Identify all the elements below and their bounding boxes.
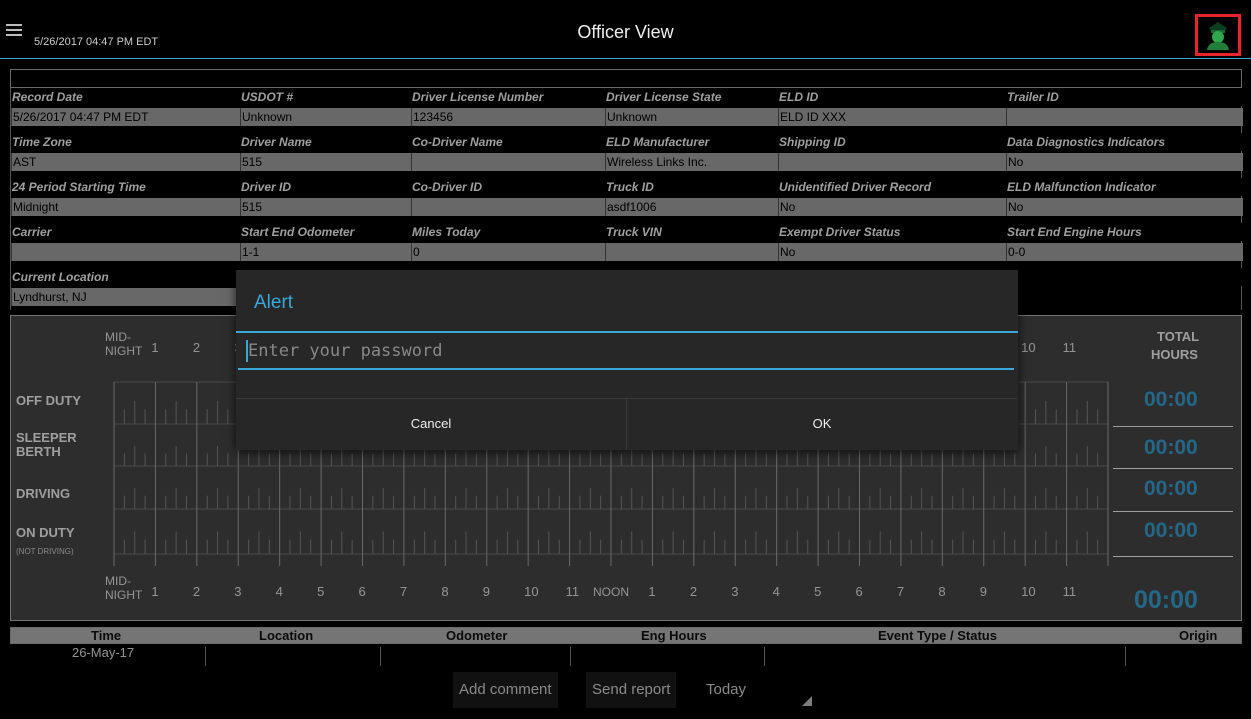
top-bar: 5/26/2017 04:47 PM EDT Officer View xyxy=(0,0,1251,60)
cancel-button[interactable]: Cancel xyxy=(236,398,626,450)
password-input[interactable]: Enter your password xyxy=(238,336,1014,370)
ok-button[interactable]: OK xyxy=(627,398,1017,450)
alert-dialog: Alert Enter your password Cancel OK xyxy=(236,270,1018,450)
page-title: Officer View xyxy=(577,22,674,42)
officer-icon xyxy=(1207,22,1229,50)
officer-button[interactable] xyxy=(1195,14,1241,56)
alert-title: Alert xyxy=(254,292,294,313)
text-caret xyxy=(246,340,248,362)
